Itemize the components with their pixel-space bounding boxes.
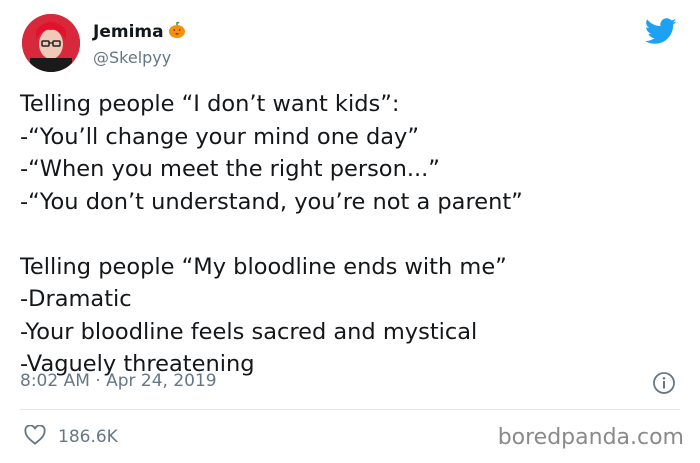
- like-count: 186.6K: [58, 427, 118, 447]
- author-handle[interactable]: @Skelpyy: [93, 48, 171, 67]
- tweet-line: -“When you meet the right person...”: [20, 156, 440, 182]
- tweet-line: [20, 218, 523, 251]
- info-icon[interactable]: [652, 371, 676, 399]
- tweet-line: Telling people “My bloodline ends with m…: [20, 253, 507, 280]
- tweet-text: Telling people “I don’t want kids”: -“Yo…: [20, 88, 523, 381]
- divider: [20, 409, 680, 410]
- tweet-line: -Dramatic: [20, 286, 132, 312]
- pumpkin-icon: [168, 21, 186, 44]
- like-button[interactable]: 186.6K: [24, 424, 118, 449]
- twitter-bird-icon[interactable]: [644, 18, 677, 49]
- author-name[interactable]: Jemima: [93, 21, 186, 44]
- watermark: boredpanda.com: [497, 425, 684, 450]
- tweet-line: Telling people “I don’t want kids”:: [20, 91, 400, 117]
- tweet-line: -Your bloodline feels sacred and mystica…: [20, 318, 478, 345]
- tweet-line: -“You don’t understand, you’re not a par…: [20, 188, 523, 215]
- avatar[interactable]: [22, 14, 80, 72]
- tweet-timestamp[interactable]: 8:02 AM · Apr 24, 2019: [20, 371, 217, 391]
- author-name-text[interactable]: Jemima: [93, 22, 164, 42]
- heart-icon[interactable]: [24, 424, 46, 449]
- tweet-line: -“You’ll change your mind one day”: [20, 123, 419, 150]
